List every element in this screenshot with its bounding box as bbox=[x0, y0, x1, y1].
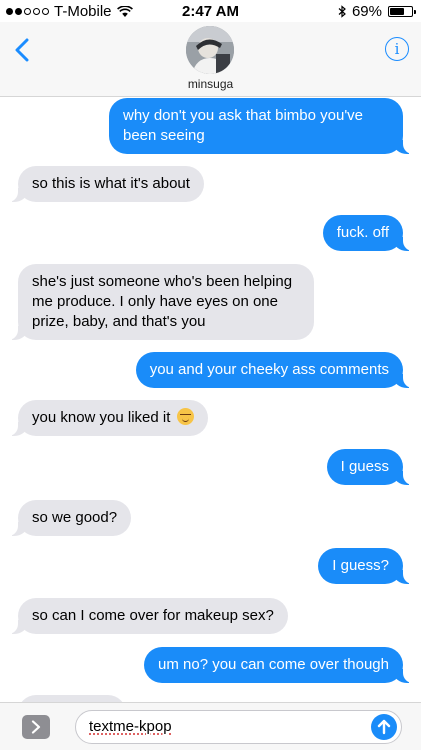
contact-avatar[interactable] bbox=[186, 26, 234, 74]
message-bubble[interactable]: I guess? bbox=[318, 548, 417, 584]
contact-name[interactable]: minsuga bbox=[0, 77, 421, 91]
chevron-left-icon bbox=[15, 38, 29, 62]
message-text: fuck. off bbox=[336, 224, 389, 241]
chevron-right-icon bbox=[31, 720, 41, 734]
conversation-header: minsuga i bbox=[0, 22, 421, 97]
back-button[interactable] bbox=[6, 30, 38, 70]
arrow-up-icon bbox=[377, 719, 391, 735]
message-text: I guess? bbox=[332, 557, 389, 574]
battery-icon bbox=[388, 6, 416, 17]
message-thread[interactable]: why don't you ask that bimbo you've been… bbox=[0, 97, 421, 702]
avatar-photo bbox=[186, 26, 234, 74]
message-bubble[interactable]: why don't you ask that bimbo you've been… bbox=[109, 98, 417, 154]
message-bubble[interactable]: you know you liked it bbox=[4, 400, 208, 436]
compose-bar: textme-kpop bbox=[0, 702, 421, 750]
message-text: she's just someone who's been helping me… bbox=[32, 273, 293, 330]
send-button[interactable] bbox=[371, 714, 397, 740]
message-text: why don't you ask that bimbo you've been… bbox=[123, 107, 364, 144]
message-bubble[interactable]: um no? you can come over though bbox=[144, 647, 417, 683]
message-text: I guess bbox=[340, 458, 389, 475]
apps-button[interactable] bbox=[22, 715, 50, 739]
info-icon: i bbox=[394, 40, 400, 58]
smirking-face-icon bbox=[176, 408, 194, 425]
message-bubble[interactable]: so can I come over for makeup sex? bbox=[4, 598, 288, 634]
message-bubble[interactable]: fuck. off bbox=[322, 215, 418, 251]
message-text: so can I come over for makeup sex? bbox=[32, 607, 274, 624]
message-text: you know you liked it bbox=[32, 409, 171, 426]
message-bubble-partial[interactable] bbox=[18, 695, 126, 702]
message-bubble[interactable]: you and your cheeky ass comments bbox=[135, 352, 418, 388]
message-bubble[interactable]: I guess bbox=[326, 449, 418, 485]
battery-percent: 69% bbox=[351, 3, 382, 20]
status-right: 69% bbox=[338, 3, 416, 20]
message-text: you and your cheeky ass comments bbox=[149, 361, 389, 378]
message-input-text: textme-kpop bbox=[89, 718, 172, 735]
messages-app: T-Mobile 2:47 AM 69% minsuga i why don't… bbox=[0, 0, 421, 750]
message-input[interactable]: textme-kpop bbox=[75, 710, 402, 744]
message-bubble[interactable]: so this is what it's about bbox=[4, 166, 204, 202]
info-button[interactable]: i bbox=[385, 37, 409, 61]
message-text: so this is what it's about bbox=[32, 175, 190, 192]
message-text: so we good? bbox=[32, 509, 118, 526]
message-bubble[interactable]: so we good? bbox=[3, 500, 132, 536]
message-bubble[interactable]: she's just someone who's been helping me… bbox=[4, 264, 314, 340]
status-bar: T-Mobile 2:47 AM 69% bbox=[0, 0, 421, 22]
message-text: um no? you can come over though bbox=[158, 656, 389, 673]
bluetooth-icon bbox=[338, 5, 346, 18]
